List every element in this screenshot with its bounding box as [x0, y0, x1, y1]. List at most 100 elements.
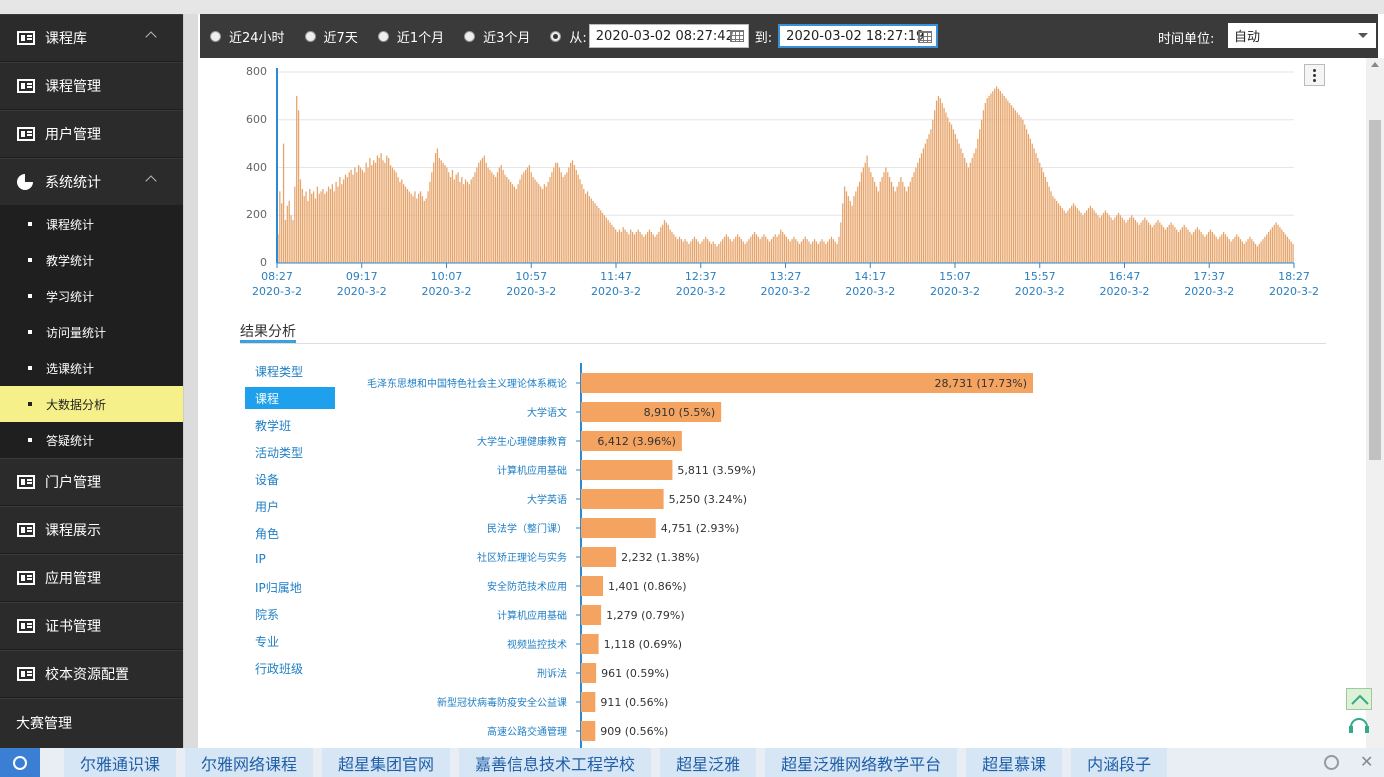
range-custom-radio[interactable]: 从: [550, 27, 587, 46]
course-bar[interactable] [581, 518, 656, 538]
histogram-bar [508, 179, 510, 263]
course-bar[interactable] [581, 547, 617, 567]
course-bar[interactable] [581, 489, 664, 509]
vertical-scrollbar[interactable] [1366, 58, 1384, 748]
bar-value-label: 1,118 (0.69%) [604, 638, 683, 651]
course-bar[interactable] [581, 605, 602, 625]
taskbar-link[interactable]: 尔雅通识课 [64, 748, 177, 777]
range-24h-radio[interactable]: 近24小时 [210, 27, 285, 46]
taskbar-link[interactable]: 嘉善信息技术工程学校 [459, 748, 652, 777]
histogram-bar [607, 220, 609, 263]
calendar-icon[interactable] [729, 30, 744, 42]
course-bar[interactable] [581, 634, 599, 654]
histogram-bar [1093, 210, 1095, 263]
taskbar-link[interactable]: 超星泛雅网络教学平台 [765, 748, 958, 777]
divider [240, 343, 1326, 344]
search-start-button[interactable] [0, 748, 40, 777]
sidebar-subitem-visit-stats[interactable]: 访问量统计 [0, 314, 183, 350]
histogram-bar [327, 186, 330, 263]
course-bar[interactable] [581, 663, 597, 683]
histogram-bar [652, 234, 654, 263]
sidebar-item-course-showcase[interactable]: 课程展示 [0, 506, 183, 554]
course-bar[interactable] [581, 692, 596, 712]
histogram-bar [448, 172, 450, 263]
sidebar-subitem-learning-stats[interactable]: 学习统计 [0, 278, 183, 314]
gear-icon[interactable] [1324, 755, 1339, 770]
histogram-bar [279, 191, 281, 263]
course-bar[interactable] [581, 460, 673, 480]
taskbar-link[interactable]: 内涵段子 [1071, 748, 1168, 777]
sidebar-item-course-management[interactable]: 课程管理 [0, 62, 183, 110]
sidebar-item-resource-config[interactable]: 校本资源配置 [0, 650, 183, 698]
grid-icon [17, 127, 35, 141]
histogram-bar [1037, 157, 1039, 263]
range-1m-radio[interactable]: 近1个月 [377, 27, 444, 46]
sidebar-item-competition[interactable]: 大赛管理 [0, 698, 183, 746]
sidebar-subitem-teaching-stats[interactable]: 教学统计 [0, 242, 183, 278]
from-date-input[interactable]: 2020-03-02 08:27:42 [588, 24, 749, 48]
to-date-input[interactable]: 2020-03-02 18:27:19 [778, 24, 939, 48]
taskbar-link[interactable]: 超星泛雅 [660, 748, 757, 777]
histogram-bar [752, 234, 754, 263]
histogram-bar [290, 215, 292, 263]
taskbar-link[interactable]: 超星慕课 [966, 748, 1063, 777]
histogram-bar [660, 227, 662, 263]
sidebar-item-user-management[interactable]: 用户管理 [0, 110, 183, 158]
chart-menu-button[interactable] [1304, 64, 1325, 86]
sidebar-item-course-library[interactable]: 课程库 [0, 14, 183, 62]
taskbar-link[interactable]: 超星集团官网 [322, 748, 451, 777]
histogram-bar [1018, 114, 1020, 263]
histogram-bar [934, 110, 936, 263]
sidebar-splitter[interactable] [183, 14, 198, 748]
histogram-bar [733, 239, 735, 263]
sidebar-subitem-course-stats[interactable]: 课程统计 [0, 206, 183, 242]
histogram-bar [1020, 117, 1022, 263]
histogram-bar [523, 172, 525, 263]
sidebar-subitem-enroll-stats[interactable]: 选课统计 [0, 350, 183, 386]
histogram-bar [436, 148, 439, 263]
histogram-bar [782, 231, 784, 263]
scroll-thumb[interactable] [1369, 120, 1381, 460]
range-3m-radio[interactable]: 近3个月 [464, 27, 530, 46]
range-7d-radio[interactable]: 近7天 [304, 27, 358, 46]
time-unit-select[interactable]: 自动 [1228, 23, 1376, 48]
bullet-icon [28, 330, 32, 334]
histogram-bar [562, 177, 564, 263]
taskbar-link[interactable]: 尔雅网络课程 [185, 748, 314, 777]
histogram-bar [326, 191, 328, 263]
scroll-up-icon[interactable] [1371, 62, 1379, 67]
histogram-bar [1084, 212, 1086, 263]
histogram-bar [1091, 208, 1093, 263]
histogram-bar [541, 188, 544, 263]
sidebar-subitem-label: 答疑统计 [46, 433, 95, 448]
close-icon[interactable]: ✕ [1360, 752, 1373, 771]
sidebar-item-system-statistics[interactable]: 系统统计 [0, 158, 183, 206]
histogram-bar [311, 193, 313, 263]
headset-support-icon[interactable] [1346, 712, 1372, 738]
histogram-bar [774, 234, 776, 263]
histogram-bar [995, 86, 998, 263]
sidebar-subitem-big-data[interactable]: 大数据分析 [0, 386, 183, 422]
calendar-icon[interactable] [918, 31, 933, 43]
histogram-bar [1025, 129, 1028, 263]
sidebar-item-certificates[interactable]: 证书管理 [0, 602, 183, 650]
histogram-bar [898, 181, 900, 263]
histogram-bar [1224, 234, 1227, 263]
sidebar: 课程库 课程管理 用户管理 系统统计 课程统计 教学统计 学习统计 访问量统计 … [0, 14, 183, 748]
course-bar[interactable] [581, 576, 604, 596]
histogram-bar [530, 172, 532, 263]
back-to-top-button[interactable] [1346, 688, 1372, 710]
course-bar[interactable] [581, 721, 596, 741]
histogram-bar [461, 177, 463, 263]
histogram-bar [410, 193, 412, 263]
from-date-value: 2020-03-02 08:27:42 [595, 28, 734, 44]
sidebar-item-portal[interactable]: 门户管理 [0, 458, 183, 506]
sidebar-subitem-qa-stats[interactable]: 答疑统计 [0, 422, 183, 458]
histogram-bar [449, 177, 452, 263]
histogram-bar [406, 188, 409, 263]
histogram-bar [549, 177, 551, 263]
histogram-bar [342, 179, 345, 263]
histogram-bar [1146, 220, 1148, 263]
histogram-bar [714, 243, 716, 263]
sidebar-item-apps[interactable]: 应用管理 [0, 554, 183, 602]
